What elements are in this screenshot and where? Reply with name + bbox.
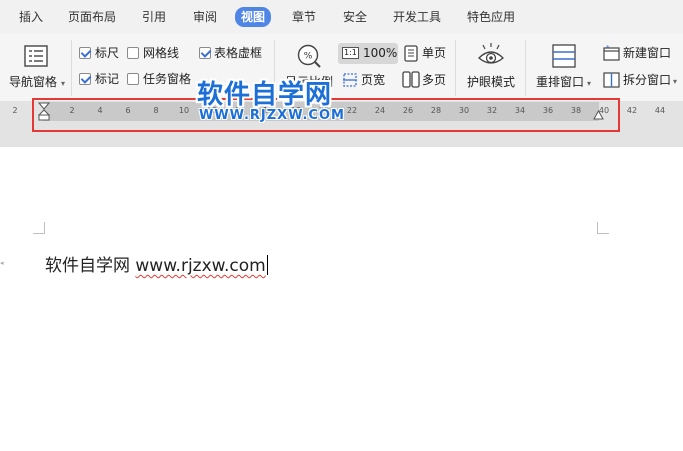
paragraph-marker-icon: ◂ <box>0 259 4 267</box>
svg-text:%: % <box>304 52 313 62</box>
text-cursor <box>266 255 268 275</box>
document-text[interactable]: 软件自学网 www.rjzxw.com <box>45 255 268 277</box>
menu-insert[interactable]: 插入 <box>19 9 43 26</box>
task-pane-checkbox-box[interactable] <box>127 73 139 85</box>
margin-corner-top-right <box>597 222 609 234</box>
marks-checkbox-label: 标记 <box>95 72 120 86</box>
task-pane-checkbox-label: 任务窗格 <box>143 72 192 86</box>
ruler-checkbox-box[interactable] <box>79 47 91 59</box>
new-window-icon: * <box>603 45 620 61</box>
divider <box>455 40 456 96</box>
ribbon-toolbar: 导航窗格 ▾ 标尺 网格线 表格虚框 标记 任务窗格 % 显示比例 1:1 10… <box>0 34 683 102</box>
menu-special-apps[interactable]: 特色应用 <box>467 9 515 26</box>
menu-page-layout[interactable]: 页面布局 <box>68 9 116 26</box>
app-window: 插入 页面布局 引用 审阅 视图 章节 安全 开发工具 特色应用 导航窗格 ▾ <box>0 0 683 451</box>
ruler-number: 2 <box>12 106 18 115</box>
page-width-icon <box>343 73 357 87</box>
nav-pane-label: 导航窗格 <box>9 75 58 89</box>
document-page[interactable]: ◂ 软件自学网 www.rjzxw.com <box>0 147 683 451</box>
multi-page-icon <box>402 71 420 88</box>
grid-checkbox-label: 网格线 <box>143 46 180 60</box>
document-text-link: www.rjzxw.com <box>135 256 266 276</box>
ruler-checkbox-label: 标尺 <box>95 46 120 60</box>
divider <box>525 40 526 96</box>
table-gridlines-checkbox-box[interactable] <box>199 47 211 59</box>
page-width-label: 页宽 <box>361 73 386 87</box>
nav-pane-icon <box>24 45 48 67</box>
ruler-number: 42 <box>626 106 638 115</box>
menu-view[interactable]: 视图 <box>235 7 272 27</box>
marks-checkbox-box[interactable] <box>79 73 91 85</box>
menu-review[interactable]: 审阅 <box>193 9 217 26</box>
watermark-url: WWW.RJZXW.COM <box>199 108 345 123</box>
eye-mode-label: 护眼模式 <box>467 75 516 89</box>
zoom-icon: % <box>297 44 321 68</box>
chevron-down-icon: ▾ <box>61 79 66 88</box>
margin-corner-top-left <box>33 222 45 234</box>
grid-checkbox-box[interactable] <box>127 47 139 59</box>
one-page-icon <box>404 45 418 62</box>
zoom-100-label: 100% <box>363 46 398 60</box>
watermark-title: 软件自学网 <box>197 80 333 110</box>
menu-developer-tools[interactable]: 开发工具 <box>393 9 441 26</box>
menu-security[interactable]: 安全 <box>343 9 367 26</box>
menu-references[interactable]: 引用 <box>142 9 166 26</box>
new-window-label: 新建窗口 <box>623 46 672 60</box>
chevron-down-icon: ▾ <box>587 79 592 88</box>
split-window-icon <box>603 72 620 88</box>
eye-icon <box>478 43 504 64</box>
menu-section[interactable]: 章节 <box>292 9 316 26</box>
menu-bar: 插入 页面布局 引用 审阅 视图 章节 安全 开发工具 特色应用 <box>0 0 683 34</box>
document-text-prefix: 软件自学网 <box>45 256 136 276</box>
split-window-label: 拆分窗口 <box>623 73 672 87</box>
svg-text:*: * <box>606 45 610 52</box>
ruler-number: 44 <box>654 106 666 115</box>
one-to-one-icon: 1:1 <box>342 47 359 59</box>
multi-page-label: 多页 <box>422 73 447 87</box>
table-gridlines-label: 表格虚框 <box>214 46 263 60</box>
one-page-label: 单页 <box>422 46 447 60</box>
divider <box>71 40 72 96</box>
chevron-down-icon: ▾ <box>673 77 678 86</box>
arrange-windows-icon <box>552 44 576 68</box>
arrange-windows-label: 重排窗口 <box>536 75 585 89</box>
